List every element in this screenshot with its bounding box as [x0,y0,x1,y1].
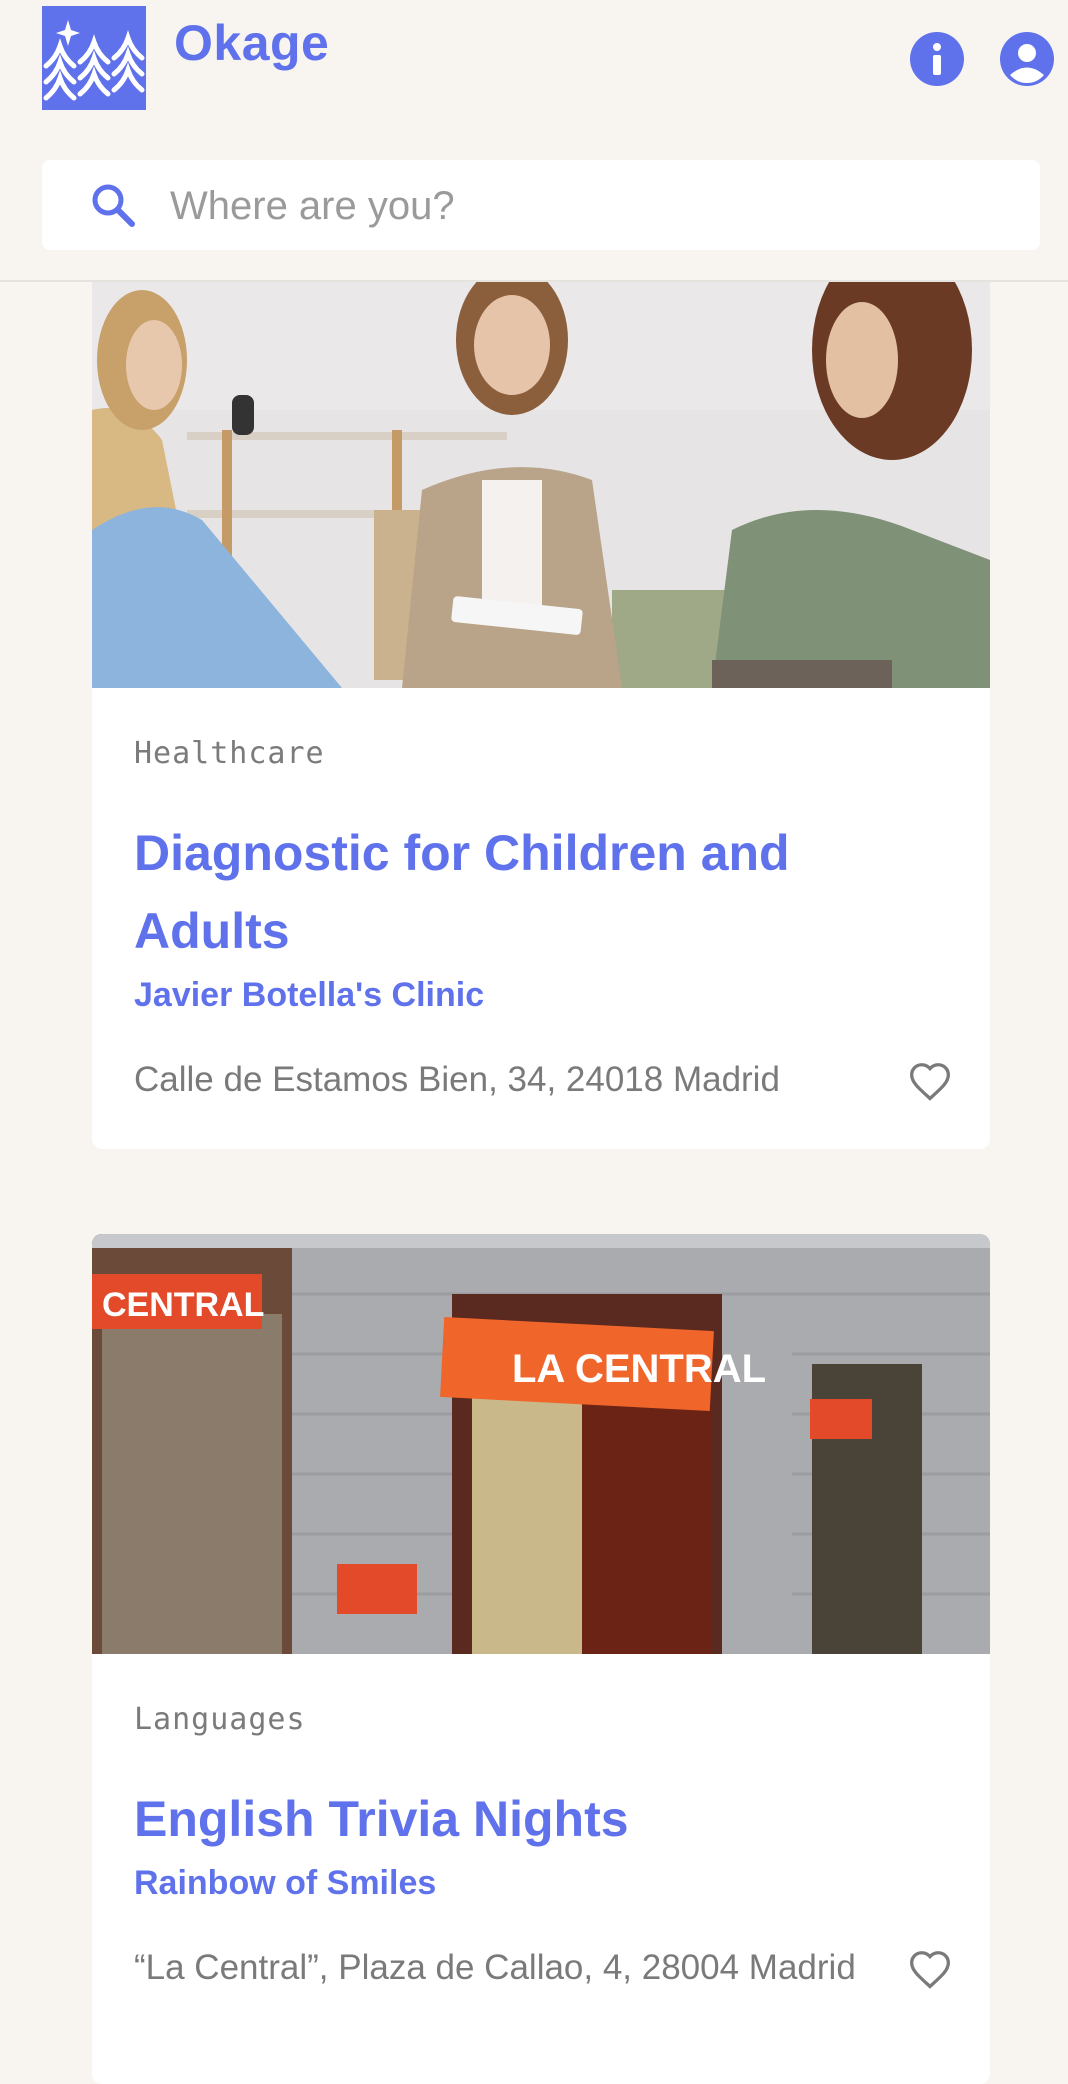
listing-category: Healthcare [134,736,325,771]
listing-address: Calle de Estamos Bien, 34, 24018 Madrid [134,1060,780,1099]
listing-organization[interactable]: Rainbow of Smiles [134,1864,436,1903]
app-name: Okage [174,15,330,71]
listing-title[interactable]: English Trivia Nights [134,1780,934,1858]
okage-logo-icon[interactable] [42,6,146,110]
listing-address: “La Central”, Plaza de Callao, 4, 28004 … [134,1948,856,1987]
listing-photo-therapy-session [92,230,990,688]
svg-text:LA CENTRAL: LA CENTRAL [512,1347,766,1391]
search-input[interactable] [168,160,1012,252]
account-icon[interactable] [1000,32,1054,86]
search-bar [42,160,1040,252]
listing-card[interactable]: CENTRAL LA CENTRAL Languages English Tri… [92,1234,990,2084]
app-header: Okage [0,0,1068,282]
listing-photo-la-central-storefront: CENTRAL LA CENTRAL [92,1234,990,1654]
heart-outline-icon[interactable] [908,1948,952,1992]
search-icon [92,184,135,227]
listing-title[interactable]: Diagnostic for Children and Adults [134,814,934,970]
listing-category: Languages [134,1702,306,1737]
listing-organization[interactable]: Javier Botella's Clinic [134,976,484,1015]
info-icon[interactable] [910,32,964,86]
listing-card[interactable]: Healthcare Diagnostic for Children and A… [92,230,990,1149]
heart-outline-icon[interactable] [908,1060,952,1104]
svg-text:CENTRAL: CENTRAL [102,1286,264,1324]
